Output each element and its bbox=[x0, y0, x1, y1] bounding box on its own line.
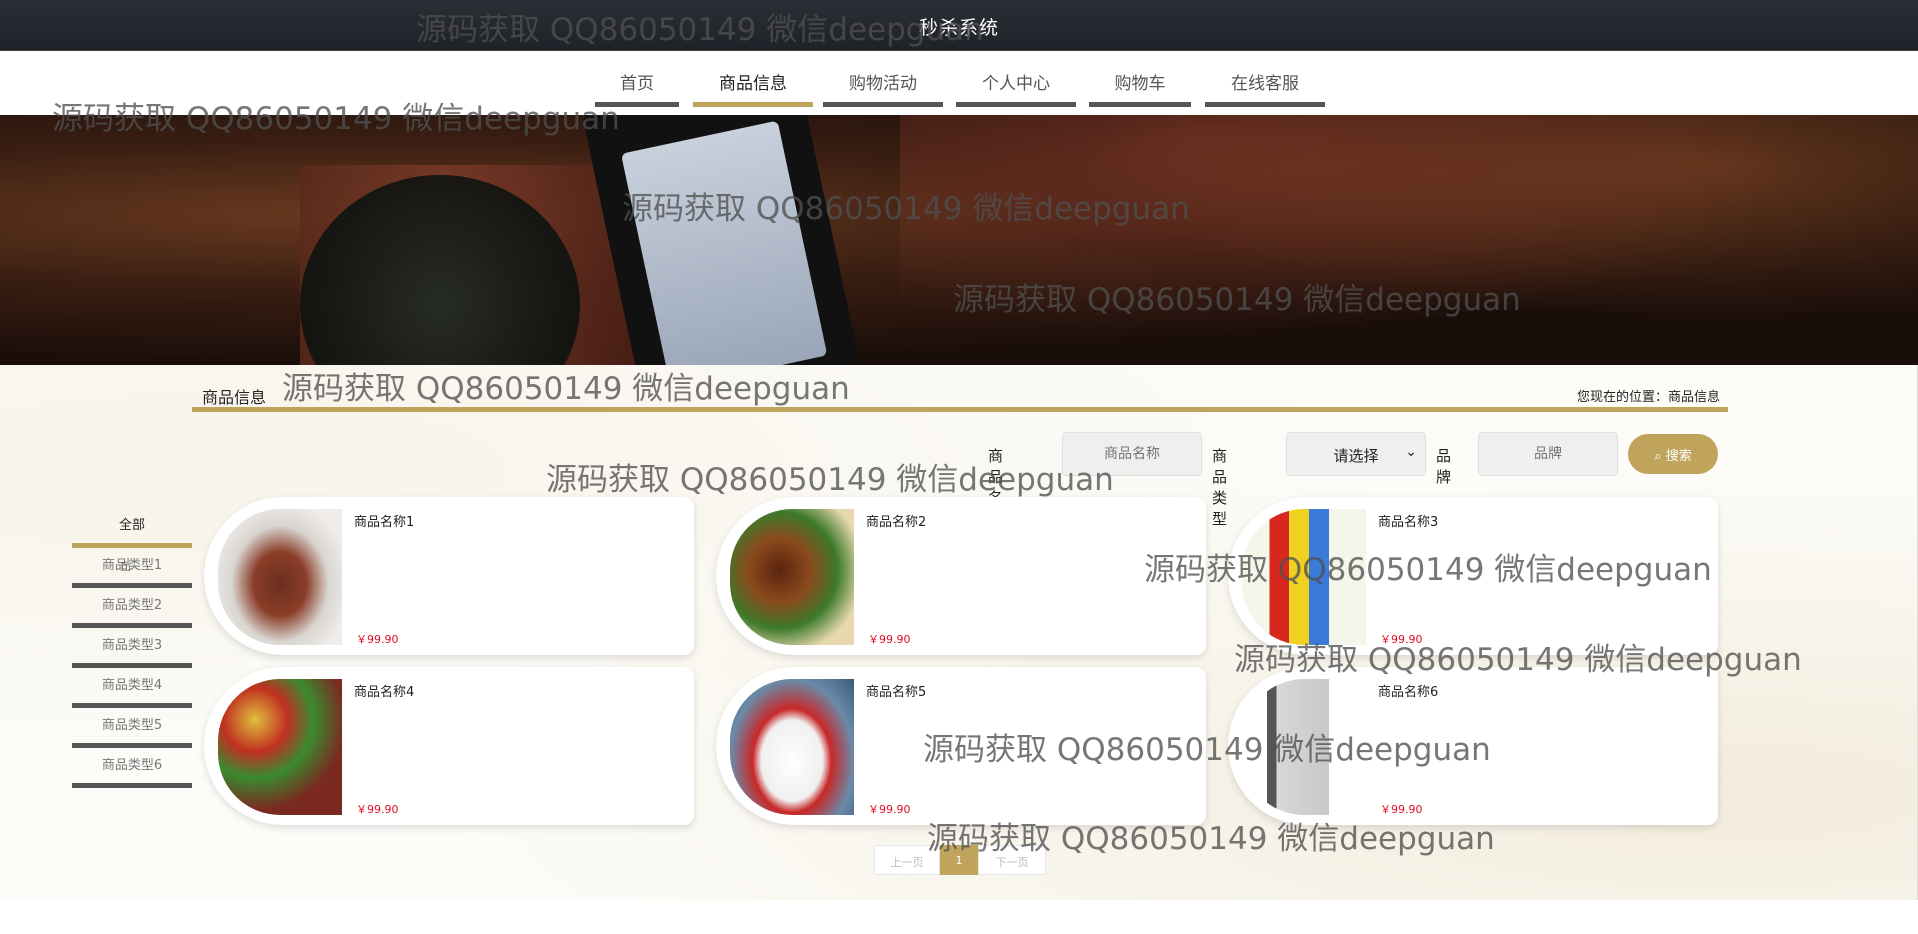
type-select[interactable]: 请选择 ⌄ bbox=[1286, 432, 1426, 476]
product-image-lunchbox bbox=[218, 679, 342, 815]
hero-banner bbox=[0, 115, 1918, 365]
product-image-shoes bbox=[218, 509, 342, 645]
app-title: 秒杀系统 bbox=[918, 17, 999, 39]
category-sidebar: 全部 商品类型1 商品类型2 商品类型3 商品类型4 商品类型5 商品类型6 bbox=[72, 508, 192, 788]
category-item[interactable]: 商品类型4 bbox=[72, 668, 192, 708]
name-input[interactable] bbox=[1062, 432, 1202, 476]
page-button-current[interactable]: 1 bbox=[940, 845, 978, 875]
category-item[interactable]: 商品类型1 bbox=[72, 548, 192, 588]
product-name: 商品名称4 bbox=[354, 685, 415, 700]
chevron-down-icon: ⌄ bbox=[1405, 444, 1417, 460]
product-price: ￥99.90 bbox=[356, 803, 399, 816]
product-image-food bbox=[730, 509, 854, 645]
product-price: ￥99.90 bbox=[1380, 803, 1423, 816]
nav-home[interactable]: 首页 bbox=[595, 69, 679, 107]
product-price: ￥99.90 bbox=[868, 633, 911, 646]
nav-profile[interactable]: 个人中心 bbox=[956, 69, 1076, 107]
category-item[interactable]: 商品类型5 bbox=[72, 708, 192, 748]
search-icon: ⌕ bbox=[1654, 449, 1662, 464]
product-card[interactable]: 商品名称3 ￥99.90 bbox=[1228, 497, 1718, 655]
product-card[interactable]: 商品名称2 ￥99.90 bbox=[716, 497, 1206, 655]
product-price: ￥99.90 bbox=[1380, 633, 1423, 646]
type-label: 商品类型 bbox=[1212, 447, 1228, 528]
product-name: 商品名称2 bbox=[866, 515, 927, 530]
type-select-value: 请选择 bbox=[1333, 447, 1379, 465]
product-card[interactable]: 商品名称4 ￥99.90 bbox=[204, 667, 694, 825]
category-item[interactable]: 商品类型6 bbox=[72, 748, 192, 788]
product-image-book bbox=[1242, 679, 1366, 815]
brand-input[interactable] bbox=[1478, 432, 1618, 476]
nav-support[interactable]: 在线客服 bbox=[1205, 69, 1325, 107]
prev-page-button[interactable]: 上一页 bbox=[874, 845, 940, 875]
nav-cart[interactable]: 购物车 bbox=[1089, 69, 1191, 107]
section-title: 商品信息 bbox=[202, 388, 267, 407]
next-page-button[interactable]: 下一页 bbox=[978, 845, 1046, 875]
nav-products[interactable]: 商品信息 bbox=[693, 69, 813, 107]
product-card[interactable]: 商品名称5 ￥99.90 bbox=[716, 667, 1206, 825]
product-name: 商品名称6 bbox=[1378, 685, 1439, 700]
brand-label: 品牌 bbox=[1436, 447, 1452, 486]
product-name: 商品名称5 bbox=[866, 685, 927, 700]
product-name: 商品名称1 bbox=[354, 515, 415, 530]
main-nav: 首页 商品信息 购物活动 个人中心 购物车 在线客服 bbox=[0, 51, 1918, 115]
product-image-sneakers bbox=[730, 679, 854, 815]
nav-activities[interactable]: 购物活动 bbox=[823, 69, 943, 107]
search-button-label: 搜索 bbox=[1665, 449, 1692, 464]
product-price: ￥99.90 bbox=[868, 803, 911, 816]
category-all[interactable]: 全部 bbox=[72, 508, 192, 548]
hand-cursor-icon: ☝ bbox=[120, 555, 131, 576]
breadcrumb: 您现在的位置：商品信息 bbox=[1576, 390, 1720, 405]
search-button[interactable]: ⌕ 搜索 bbox=[1628, 434, 1718, 474]
banner-bokeh bbox=[900, 115, 1918, 365]
product-price: ￥99.90 bbox=[356, 633, 399, 646]
category-item[interactable]: 商品类型3 bbox=[72, 628, 192, 668]
product-image-bottles bbox=[1242, 509, 1366, 645]
product-card[interactable]: 商品名称6 ￥99.90 bbox=[1228, 667, 1718, 825]
section-header: 商品信息 您现在的位置：商品信息 bbox=[192, 382, 1728, 412]
top-bar: 秒杀系统 bbox=[0, 0, 1918, 51]
product-card[interactable]: 商品名称1 ￥99.90 bbox=[204, 497, 694, 655]
category-item[interactable]: 商品类型2 bbox=[72, 588, 192, 628]
product-name: 商品名称3 bbox=[1378, 515, 1439, 530]
